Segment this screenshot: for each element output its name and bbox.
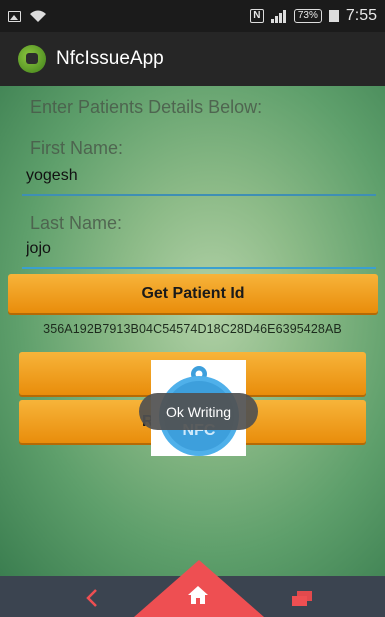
action-bar: NfcIssueApp (0, 32, 385, 86)
last-name-field[interactable] (22, 231, 376, 269)
wifi-icon (30, 10, 46, 22)
status-time: 7:55 (345, 7, 377, 24)
patient-id-text: 356A192B7913B04C54574D18C28D46E6395428AB (43, 322, 342, 336)
nfc-icon: N (249, 9, 264, 23)
first-name-label: First Name: (30, 138, 124, 158)
back-icon[interactable] (84, 587, 100, 609)
first-name-field[interactable] (22, 158, 376, 196)
android-app-icon (18, 45, 46, 73)
form-heading: Enter Patients Details Below: (30, 97, 263, 117)
home-icon[interactable] (186, 584, 210, 606)
last-name-input[interactable] (22, 231, 376, 267)
charging-icon (328, 10, 339, 22)
first-name-input[interactable] (22, 158, 376, 194)
battery-icon: 73% (293, 9, 322, 23)
recent-apps-icon[interactable] (290, 590, 314, 608)
image-icon (8, 10, 21, 22)
signal-icon (270, 9, 286, 23)
get-patient-id-button[interactable]: Get Patient Id (8, 274, 378, 313)
main-content: Enter Patients Details Below: First Name… (0, 86, 385, 576)
status-bar: N 73% 7:55 (0, 0, 385, 32)
app-title: NfcIssueApp (56, 48, 164, 69)
toast-message: Ok Writing (139, 393, 258, 430)
